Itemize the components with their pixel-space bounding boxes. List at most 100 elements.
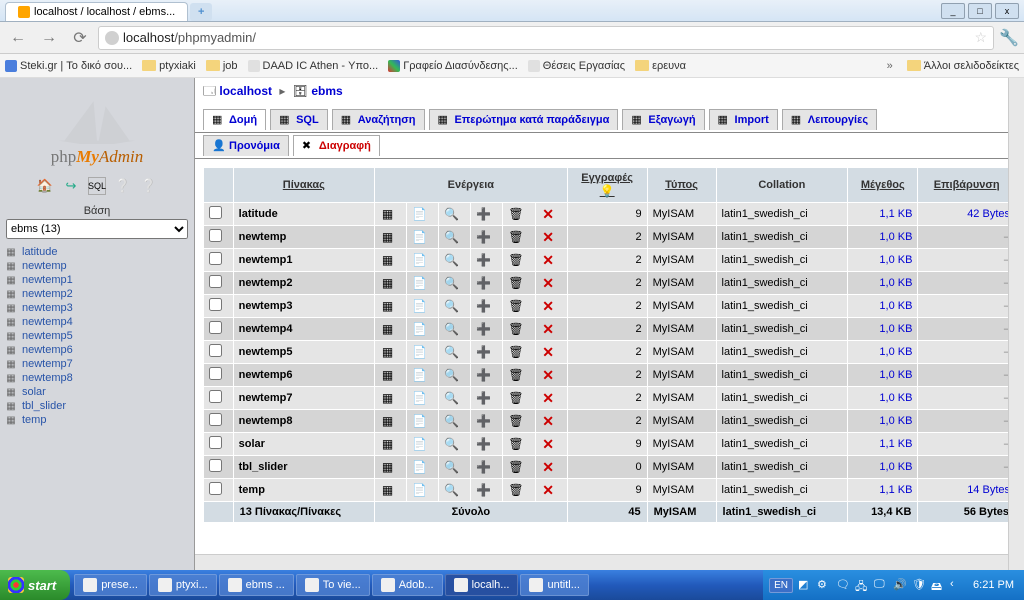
action-search[interactable]: 🔍 — [439, 456, 471, 479]
action-empty[interactable]: 🗑 — [503, 433, 535, 456]
action-search[interactable]: 🔍 — [439, 410, 471, 433]
action-structure[interactable]: 📄 — [407, 433, 439, 456]
size-link[interactable]: 1,1 KB — [879, 484, 912, 496]
action-structure[interactable]: 📄 — [407, 456, 439, 479]
row-checkbox[interactable] — [209, 482, 222, 495]
size-link[interactable]: 1,0 KB — [879, 231, 912, 243]
action-insert[interactable]: ➕ — [471, 479, 503, 502]
sidebar-table-item[interactable]: ▦newtemp — [4, 259, 190, 273]
sidebar-table-item[interactable]: ▦tbl_slider — [4, 399, 190, 413]
sidebar-table-link[interactable]: solar — [22, 386, 46, 398]
pma-tab[interactable]: ▦Λειτουργίες — [782, 109, 877, 130]
address-bar[interactable]: localhost/phpmyadmin/ ☆ — [98, 26, 994, 50]
action-insert[interactable]: ➕ — [471, 203, 503, 226]
row-checkbox[interactable] — [209, 459, 222, 472]
action-empty[interactable]: 🗑 — [503, 387, 535, 410]
action-browse[interactable]: ▦ — [375, 295, 407, 318]
action-search[interactable]: 🔍 — [439, 203, 471, 226]
action-structure[interactable]: 📄 — [407, 341, 439, 364]
reload-button[interactable]: ⟳ — [67, 25, 93, 51]
action-empty[interactable]: 🗑 — [503, 249, 535, 272]
sidebar-table-link[interactable]: newtemp1 — [22, 274, 73, 286]
bookmark-star-icon[interactable]: ☆ — [974, 29, 987, 46]
action-browse[interactable]: ▦ — [375, 272, 407, 295]
scrollbar-vertical[interactable] — [1008, 78, 1024, 570]
action-search[interactable]: 🔍 — [439, 226, 471, 249]
col-rows[interactable]: Εγγραφές💡 — [567, 168, 647, 203]
sidebar-table-item[interactable]: ▦newtemp7 — [4, 357, 190, 371]
size-link[interactable]: 1,0 KB — [879, 300, 912, 312]
action-empty[interactable]: 🗑 — [503, 295, 535, 318]
action-empty[interactable]: 🗑 — [503, 479, 535, 502]
action-insert[interactable]: ➕ — [471, 295, 503, 318]
sidebar-table-link[interactable]: newtemp3 — [22, 302, 73, 314]
sidebar-table-item[interactable]: ▦newtemp4 — [4, 315, 190, 329]
sidebar-table-item[interactable]: ▦solar — [4, 385, 190, 399]
row-checkbox[interactable] — [209, 413, 222, 426]
action-structure[interactable]: 📄 — [407, 387, 439, 410]
sidebar-table-item[interactable]: ▦latitude — [4, 245, 190, 259]
action-search[interactable]: 🔍 — [439, 479, 471, 502]
browser-tab-active[interactable]: localhost / localhost / ebms... — [5, 2, 188, 21]
tray-expand-icon[interactable]: ‹ — [950, 578, 964, 592]
action-structure[interactable]: 📄 — [407, 479, 439, 502]
tray-icon[interactable]: ⚙ — [817, 578, 831, 592]
sql-icon[interactable]: SQL — [88, 177, 106, 195]
action-drop[interactable]: ✕ — [535, 364, 567, 387]
sidebar-table-link[interactable]: newtemp — [22, 260, 67, 272]
action-drop[interactable]: ✕ — [535, 433, 567, 456]
wrench-menu-icon[interactable]: 🔧 — [999, 28, 1019, 48]
help-icon[interactable]: ❔ — [140, 177, 158, 195]
database-select[interactable]: ebms (13) — [6, 219, 188, 239]
action-browse[interactable]: ▦ — [375, 479, 407, 502]
action-drop[interactable]: ✕ — [535, 295, 567, 318]
pma-tab[interactable]: 👤Προνόμια — [203, 135, 289, 156]
bookmark-item[interactable]: Steki.gr | Το δικό σου... — [5, 60, 132, 72]
col-type[interactable]: Τύπος — [647, 168, 716, 203]
action-empty[interactable]: 🗑 — [503, 272, 535, 295]
action-search[interactable]: 🔍 — [439, 272, 471, 295]
back-button[interactable]: ← — [5, 25, 31, 51]
action-insert[interactable]: ➕ — [471, 341, 503, 364]
size-link[interactable]: 1,1 KB — [879, 438, 912, 450]
action-drop[interactable]: ✕ — [535, 387, 567, 410]
action-empty[interactable]: 🗑 — [503, 364, 535, 387]
action-empty[interactable]: 🗑 — [503, 456, 535, 479]
action-insert[interactable]: ➕ — [471, 456, 503, 479]
action-insert[interactable]: ➕ — [471, 433, 503, 456]
taskbar-item[interactable]: ptyxi... — [149, 574, 217, 596]
size-link[interactable]: 1,0 KB — [879, 392, 912, 404]
action-drop[interactable]: ✕ — [535, 341, 567, 364]
action-browse[interactable]: ▦ — [375, 226, 407, 249]
pma-tab[interactable]: ▦Import — [709, 109, 778, 130]
action-browse[interactable]: ▦ — [375, 203, 407, 226]
action-insert[interactable]: ➕ — [471, 410, 503, 433]
action-insert[interactable]: ➕ — [471, 226, 503, 249]
overhead-link[interactable]: 14 Bytes — [967, 484, 1010, 496]
sidebar-table-item[interactable]: ▦newtemp8 — [4, 371, 190, 385]
bookmark-item[interactable]: ptyxiaki — [142, 60, 196, 72]
bookmark-item[interactable]: DAAD IC Athen - Υπο... — [248, 60, 379, 72]
row-checkbox[interactable] — [209, 321, 222, 334]
sidebar-table-link[interactable]: latitude — [22, 246, 57, 258]
sidebar-table-link[interactable]: newtemp5 — [22, 330, 73, 342]
action-structure[interactable]: 📄 — [407, 295, 439, 318]
tray-icon[interactable]: 🖵 — [874, 578, 888, 592]
action-empty[interactable]: 🗑 — [503, 410, 535, 433]
maximize-button[interactable]: □ — [968, 3, 992, 19]
action-drop[interactable]: ✕ — [535, 203, 567, 226]
col-table[interactable]: Πίνακας — [233, 168, 374, 203]
overhead-link[interactable]: 42 Bytes — [967, 208, 1010, 220]
action-drop[interactable]: ✕ — [535, 479, 567, 502]
bookmark-item[interactable]: Γραφείο Διασύνδεσης... — [388, 60, 518, 72]
row-checkbox[interactable] — [209, 367, 222, 380]
action-structure[interactable]: 📄 — [407, 203, 439, 226]
bookmark-item[interactable]: ερευνα — [635, 60, 686, 72]
sidebar-table-link[interactable]: tbl_slider — [22, 400, 66, 412]
action-empty[interactable]: 🗑 — [503, 203, 535, 226]
minimize-button[interactable]: _ — [941, 3, 965, 19]
row-checkbox[interactable] — [209, 436, 222, 449]
size-link[interactable]: 1,1 KB — [879, 208, 912, 220]
tray-icon[interactable]: 🗨 — [836, 578, 850, 592]
tray-icon[interactable]: 🛡 — [912, 578, 926, 592]
